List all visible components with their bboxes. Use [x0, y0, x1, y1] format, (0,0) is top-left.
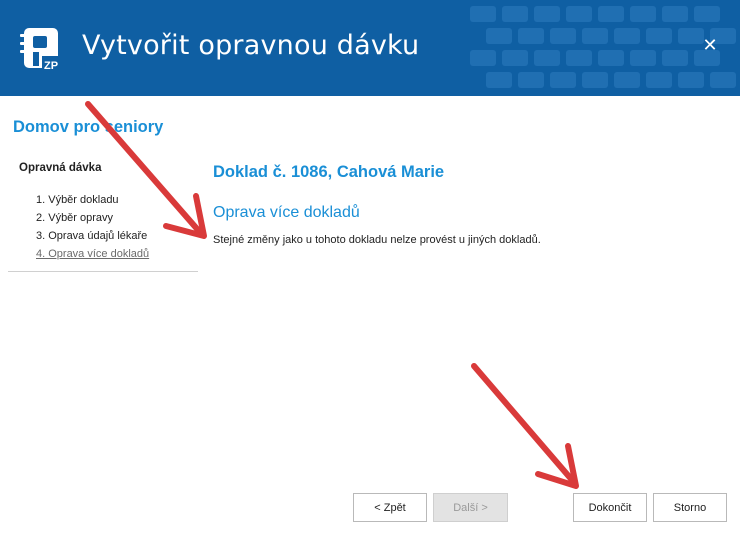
wizard-step-1[interactable]: 1. Výběr dokladu	[36, 191, 149, 209]
workspace-title: Domov pro seniory	[13, 118, 164, 136]
cancel-button[interactable]: Storno	[653, 493, 727, 522]
close-icon[interactable]: ✕	[700, 36, 720, 56]
info-message: Stejné změny jako u tohoto dokladu nelze…	[213, 234, 541, 246]
annotation-arrow-2-head	[535, 443, 579, 489]
wizard-steps-panel: Opravná dávka 1. Výběr dokladu 2. Výběr …	[8, 155, 198, 272]
annotation-arrow-2	[471, 363, 575, 483]
next-button[interactable]: Další >	[433, 493, 508, 522]
wizard-step-list: 1. Výběr dokladu 2. Výběr opravy 3. Opra…	[36, 191, 149, 263]
wizard-title: Opravná dávka	[19, 162, 102, 174]
wizard-step-2[interactable]: 2. Výběr opravy	[36, 209, 149, 227]
app-logo-icon: ZP	[20, 28, 64, 72]
wizard-step-4-current[interactable]: 4. Oprava více dokladů	[36, 245, 149, 263]
back-button[interactable]: < Zpět	[353, 493, 427, 522]
wizard-step-3[interactable]: 3. Oprava údajů lékaře	[36, 227, 149, 245]
finish-button[interactable]: Dokončit	[573, 493, 647, 522]
dialog-title: Vytvořit opravnou dávku	[82, 30, 420, 61]
document-title: Doklad č. 1086, Cahová Marie	[213, 163, 445, 181]
dialog-header: ZP Vytvořit opravnou dávku ✕	[0, 0, 740, 96]
section-title: Oprava více dokladů	[213, 204, 360, 221]
app-logo-text: ZP	[44, 60, 58, 72]
